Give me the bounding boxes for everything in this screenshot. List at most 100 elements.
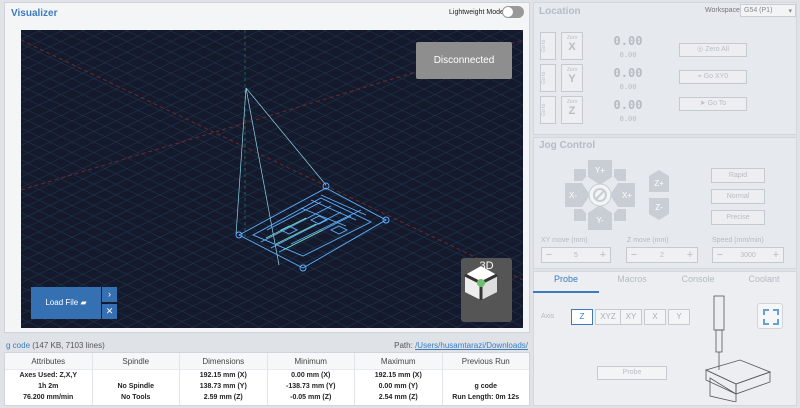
stats-value: Run Length: 0m 12s <box>452 394 520 401</box>
stats-column: Spindle No Spindle No Tools <box>92 353 180 405</box>
workspace-value: G54 (P1) <box>744 7 773 14</box>
axis-letter: X <box>568 41 576 53</box>
tab-probe[interactable]: Probe <box>533 274 599 284</box>
tab-console[interactable]: Console <box>665 274 731 284</box>
x-plus-label: X+ <box>622 191 632 200</box>
axis-letter: Z <box>568 105 576 117</box>
active-tab-indicator <box>533 291 599 293</box>
target-icon: ◎ <box>697 46 704 53</box>
zero-all-label: Zero All <box>705 46 729 53</box>
stats-value: -0.05 mm (Z) <box>290 394 332 401</box>
load-file-label: Load File <box>45 298 79 307</box>
stats-value: Axes Used: Z,X,Y <box>19 372 78 379</box>
stats-column-header: Dimensions <box>180 353 267 370</box>
go-xy0-label: Go XY0 <box>703 73 729 80</box>
probe-axis-label: Axis <box>541 313 555 320</box>
coord-z: 0.00 0.00 <box>600 98 656 123</box>
stats-column: Dimensions 192.15 mm (X) 138.73 mm (Y) 2.59… <box>180 353 268 405</box>
goto-x-button[interactable]: Go to <box>540 32 556 60</box>
stats-value: g code <box>474 383 498 390</box>
go-to-button[interactable]: ➤ Go To <box>679 97 747 111</box>
plus-icon[interactable]: + <box>769 249 783 261</box>
goto-z-button[interactable]: Go to <box>540 96 556 124</box>
probe-axis-z[interactable]: Z <box>571 309 593 325</box>
recent-files-chevron-icon[interactable]: › <box>102 287 117 302</box>
tab-coolant[interactable]: Coolant <box>731 274 797 284</box>
minus-icon[interactable]: − <box>627 249 641 261</box>
work-position-value: 0.00 <box>613 66 643 80</box>
gcode-path: Path: /Users/husamtarazi/Downloads/ <box>394 341 528 350</box>
go-to-label: Go To <box>707 100 727 107</box>
zero-x-button[interactable]: Zero X <box>561 32 583 60</box>
axis-row-z: Go to Zero Z <box>540 96 590 124</box>
rapid-button[interactable]: Rapid <box>711 168 765 183</box>
cube-icon <box>464 266 498 300</box>
visualizer-panel: Visualizer Lightweight Mode Disconnected… <box>4 2 530 333</box>
navigate-icon: ➤ <box>699 100 706 107</box>
xy-move-stepper[interactable]: −5 + <box>541 247 611 263</box>
zero-all-button[interactable]: ◎ Zero All <box>679 43 747 57</box>
stats-value: 0.00 mm (X) <box>291 372 331 379</box>
xy-move-value[interactable]: 5 <box>556 252 596 259</box>
y-plus-label: Y+ <box>595 166 605 175</box>
stats-value: 192.15 mm (X) <box>199 372 247 379</box>
stats-column-header: Previous Run <box>442 353 529 370</box>
x-minus-label: X- <box>569 191 577 200</box>
stats-column-header: Maximum <box>355 353 442 370</box>
z-move-stepper[interactable]: −2 + <box>626 247 698 263</box>
workspace-select[interactable]: G54 (P1) ▾ <box>740 4 796 17</box>
probe-axis-x[interactable]: X <box>644 309 666 325</box>
zero-z-button[interactable]: Zero Z <box>561 96 583 124</box>
speed-value[interactable]: 3000 <box>727 252 769 259</box>
probe-button[interactable]: Probe <box>597 366 667 380</box>
z-minus-label: Z- <box>655 203 663 212</box>
zero-y-button[interactable]: Zero Y <box>561 64 583 92</box>
stats-value: 2.54 mm (Z) <box>378 394 418 401</box>
expand-icon[interactable] <box>757 303 783 329</box>
normal-button[interactable]: Normal <box>711 189 765 204</box>
work-position-value: 0.00 <box>613 98 643 112</box>
workspace-label: Workspace: <box>705 7 742 14</box>
stats-value <box>443 370 530 381</box>
visualizer-title: Visualizer <box>11 8 58 19</box>
stats-value <box>93 370 180 381</box>
precise-button[interactable]: Precise <box>711 210 765 225</box>
stats-column-header: Minimum <box>267 353 354 370</box>
stats-column-header: Attributes <box>5 353 92 370</box>
go-xy0-button[interactable]: ⌖ Go XY0 <box>679 70 747 84</box>
minus-icon[interactable]: − <box>542 249 556 261</box>
work-position-value: 0.00 <box>613 34 643 48</box>
tab-macros[interactable]: Macros <box>599 274 665 284</box>
load-file-button[interactable]: Load File ▰ <box>31 287 101 319</box>
xy-jog-pad: Y+ Y- X- X+ <box>565 160 635 230</box>
y-minus-label: Y- <box>596 216 604 225</box>
speed-stepper[interactable]: −3000 + <box>712 247 784 263</box>
stats-value: 192.15 mm (X) <box>374 372 422 379</box>
lightweight-mode-toggle[interactable] <box>502 6 524 18</box>
probe-axis-xyz[interactable]: XYZ <box>595 309 621 325</box>
folder-icon: ▰ <box>80 298 87 307</box>
speed-label: Speed (mm/min) <box>712 237 764 244</box>
stats-value: 0.00 mm (Y) <box>378 383 418 390</box>
visualizer-canvas[interactable]: Disconnected 3D Load File ▰ › ✕ <box>21 30 523 328</box>
plus-icon[interactable]: + <box>683 249 697 261</box>
plus-icon[interactable]: + <box>596 249 610 261</box>
xy-move-label: XY move (mm) <box>541 237 588 244</box>
gcode-size: (147 KB, 7103 lines) <box>32 341 105 350</box>
view-cube-3d-button[interactable]: 3D <box>461 258 512 322</box>
gcode-file-label: g code (147 KB, 7103 lines) <box>6 341 105 350</box>
close-file-icon[interactable]: ✕ <box>102 304 117 319</box>
z-move-value[interactable]: 2 <box>641 252 683 259</box>
stats-column: Attributes Axes Used: Z,X,Y 1h 2m 76.200 mm… <box>5 353 93 405</box>
stats-column: Previous Run g code Run Length: 0m 12s <box>442 353 530 405</box>
path-link[interactable]: /Users/husamtarazi/Downloads/ <box>415 341 528 350</box>
minus-icon[interactable]: − <box>713 249 727 261</box>
lightweight-mode-label: Lightweight Mode <box>449 9 504 16</box>
probe-axis-y[interactable]: Y <box>668 309 690 325</box>
probe-axis-xy[interactable]: XY <box>620 309 642 325</box>
gcode-name[interactable]: g code <box>6 341 30 350</box>
gcode-stats-table: Attributes Axes Used: Z,X,Y 1h 2m 76.200 mm… <box>4 352 530 406</box>
location-title: Location <box>539 6 581 17</box>
goto-y-button[interactable]: Go to <box>540 64 556 92</box>
load-file-group: Load File ▰ › ✕ <box>31 287 117 319</box>
